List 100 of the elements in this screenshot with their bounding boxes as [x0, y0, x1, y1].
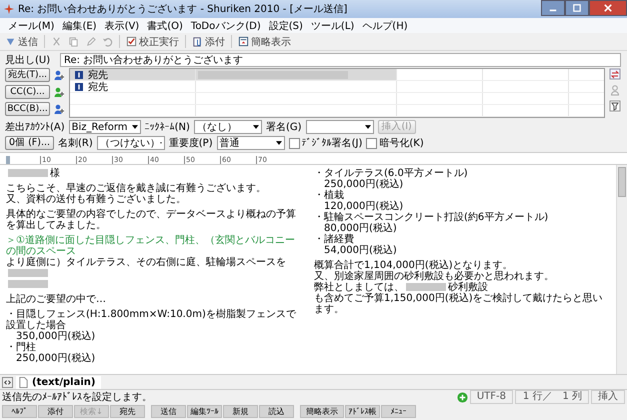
- field-label: 重要度(P): [168, 136, 213, 150]
- info-icon: [75, 70, 83, 78]
- file-icon: [18, 376, 29, 388]
- toolbar-button[interactable]: 添付: [190, 34, 227, 49]
- body-text: 250,000円(税込): [324, 179, 404, 190]
- undo-icon: [102, 36, 113, 47]
- redacted-text: [8, 269, 48, 278]
- function-key[interactable]: 簡略表示: [300, 405, 344, 418]
- info-icon: [75, 82, 83, 90]
- dropdown[interactable]: Biz_Reform: [68, 120, 141, 134]
- body-text: 250,000円(税込): [16, 353, 96, 364]
- address-button[interactable]: 宛先(T)...: [5, 68, 50, 82]
- menu-item[interactable]: 設定(S): [264, 18, 307, 32]
- close-icon: [604, 4, 612, 12]
- recipient-row[interactable]: 宛先: [70, 69, 196, 80]
- copy-icon: [68, 36, 79, 47]
- body-text: ・植栽: [314, 190, 344, 201]
- body-text: 120,000円(税込): [324, 201, 404, 212]
- body-text: も含めてご予算1,150,000円(税込)をご検討して戴けたらと思います。: [314, 293, 603, 315]
- recipient-list[interactable]: 宛先 宛先: [69, 68, 605, 118]
- window-title: Re: お問い合わせありがとうございます - Shuriken 2010 - [メール送信]: [18, 3, 348, 16]
- menu-item[interactable]: ツール(L): [306, 18, 358, 32]
- menu-item[interactable]: ヘルプ(H): [358, 18, 412, 32]
- body-text: ・目隠しフェンス(H:1.800mm×W:10.0m)を樹脂製フェンスで設置した場合: [6, 309, 296, 331]
- scrollbar[interactable]: [616, 165, 627, 374]
- body-text: 概算合計で1,104,000円(税込)となります。: [314, 260, 513, 271]
- insert-mode-indicator: 挿入: [591, 390, 625, 404]
- checkbox[interactable]: [366, 138, 378, 148]
- address-button[interactable]: BCC(B)...: [5, 102, 50, 116]
- function-key[interactable]: 宛先: [110, 405, 145, 418]
- checkbox-label: ﾃﾞｼﾞﾀﾙ署名(J): [302, 136, 362, 150]
- menu-item[interactable]: メール(M): [4, 18, 58, 32]
- body-text: 80,000円(税込): [324, 223, 397, 234]
- function-key[interactable]: 送信: [151, 405, 186, 418]
- dropdown[interactable]: [306, 120, 374, 134]
- app-icon: [3, 3, 15, 15]
- quoted-text: ＞①道路側に面した目隠しフェンス、門柱、（玄関とバルコニーの間のスペース: [6, 235, 295, 257]
- plus-icon[interactable]: [456, 392, 468, 402]
- person-icon[interactable]: [53, 69, 65, 81]
- dropdown[interactable]: （なし）: [194, 120, 262, 134]
- toolbar-button[interactable]: 校正実行: [124, 34, 181, 49]
- button[interactable]: 0個 (F)...: [5, 136, 54, 150]
- subject-label: 見出し(U): [5, 54, 52, 66]
- cut-icon: [51, 36, 62, 47]
- cursor-position: 1 行／ 1 列: [515, 390, 589, 404]
- person-icon[interactable]: [53, 103, 65, 115]
- body-text: ・諸経費: [314, 234, 354, 245]
- body-text: ・駐輪スペースコンクリート打設(約6平方メートル): [314, 212, 548, 223]
- code-icon[interactable]: [2, 376, 13, 388]
- body-text: 54,000円(税込): [324, 245, 397, 256]
- caret-icon: [252, 125, 259, 129]
- caret-icon: [364, 125, 371, 129]
- body-text: 様: [50, 168, 60, 179]
- subject-field[interactable]: Re: お問い合わせありがとうございます: [60, 52, 621, 66]
- function-key[interactable]: 添付: [38, 405, 73, 418]
- body-text: 砂利敷設: [448, 282, 488, 293]
- checkbox-label: 暗号化(K): [379, 136, 424, 150]
- field-label: ﾆｯｸﾈｰﾑ(N): [144, 121, 190, 133]
- pen-icon: [85, 36, 96, 47]
- function-key[interactable]: ﾍﾙﾌﾟ: [2, 405, 37, 418]
- encoding-indicator: UTF-8: [470, 390, 513, 404]
- dropdown[interactable]: 普通: [216, 136, 285, 150]
- redacted-text: [8, 280, 48, 288]
- body-text: 又、資料の送付も有難うございました。: [6, 194, 186, 205]
- send-icon: [5, 36, 16, 47]
- toolbar-button[interactable]: 送信: [3, 34, 40, 49]
- redacted-text: [406, 283, 446, 292]
- recipient-row[interactable]: 宛先: [70, 81, 196, 92]
- format-tab[interactable]: (text/plain): [16, 376, 102, 388]
- menu-item[interactable]: 編集(E): [58, 18, 101, 32]
- caret-icon: [132, 125, 138, 129]
- function-key[interactable]: 編集ﾂｰﾙ: [187, 405, 222, 418]
- menu-item[interactable]: 表示(V): [100, 18, 144, 32]
- function-key[interactable]: ｱﾄﾞﾚｽ帳: [345, 405, 380, 418]
- function-key[interactable]: 読込: [259, 405, 294, 418]
- maximize-button[interactable]: [565, 0, 589, 16]
- filter-icon[interactable]: [609, 100, 621, 112]
- toolbar-button[interactable]: 簡略表示: [236, 34, 293, 49]
- body-text: より庭側に）タイルテラス、その右側に庭、駐輪場スペースを: [6, 257, 286, 268]
- dropdown[interactable]: （つけない）: [96, 136, 165, 150]
- status-message: 送信先のﾒｰﾙｱﾄﾞﾚｽを設定します。: [2, 390, 153, 404]
- function-key[interactable]: 新規: [223, 405, 258, 418]
- menu-item[interactable]: ToDoバンク(D): [186, 18, 265, 32]
- menu-item[interactable]: 書式(O): [143, 18, 187, 32]
- checkbox[interactable]: [288, 138, 300, 148]
- body-text: 又、別途家屋周囲の砂利敷設も必要かと思われます。: [314, 271, 554, 282]
- minimize-button[interactable]: [541, 0, 565, 16]
- redacted-text: [8, 169, 48, 178]
- attach-icon: [192, 36, 203, 47]
- close-button[interactable]: [589, 0, 627, 16]
- maximize-icon: [573, 4, 581, 12]
- body-text: 具体的なご要望の内容でしたので、データベースより概ねの予算を算出してみました。: [6, 209, 296, 231]
- body-text: ・タイルテラス(6.0平方メートル): [314, 168, 468, 179]
- field-label: 名刺(R): [58, 136, 93, 150]
- body-text: 弊社としましては、: [314, 282, 404, 293]
- address-button[interactable]: CC(C)...: [5, 85, 50, 99]
- person-icon[interactable]: [53, 86, 65, 98]
- function-key[interactable]: ﾒﾆｭｰ: [381, 405, 416, 418]
- field-label: 差出ｱｶｳﾝﾄ(A): [5, 120, 65, 134]
- swap-icon[interactable]: [609, 68, 621, 80]
